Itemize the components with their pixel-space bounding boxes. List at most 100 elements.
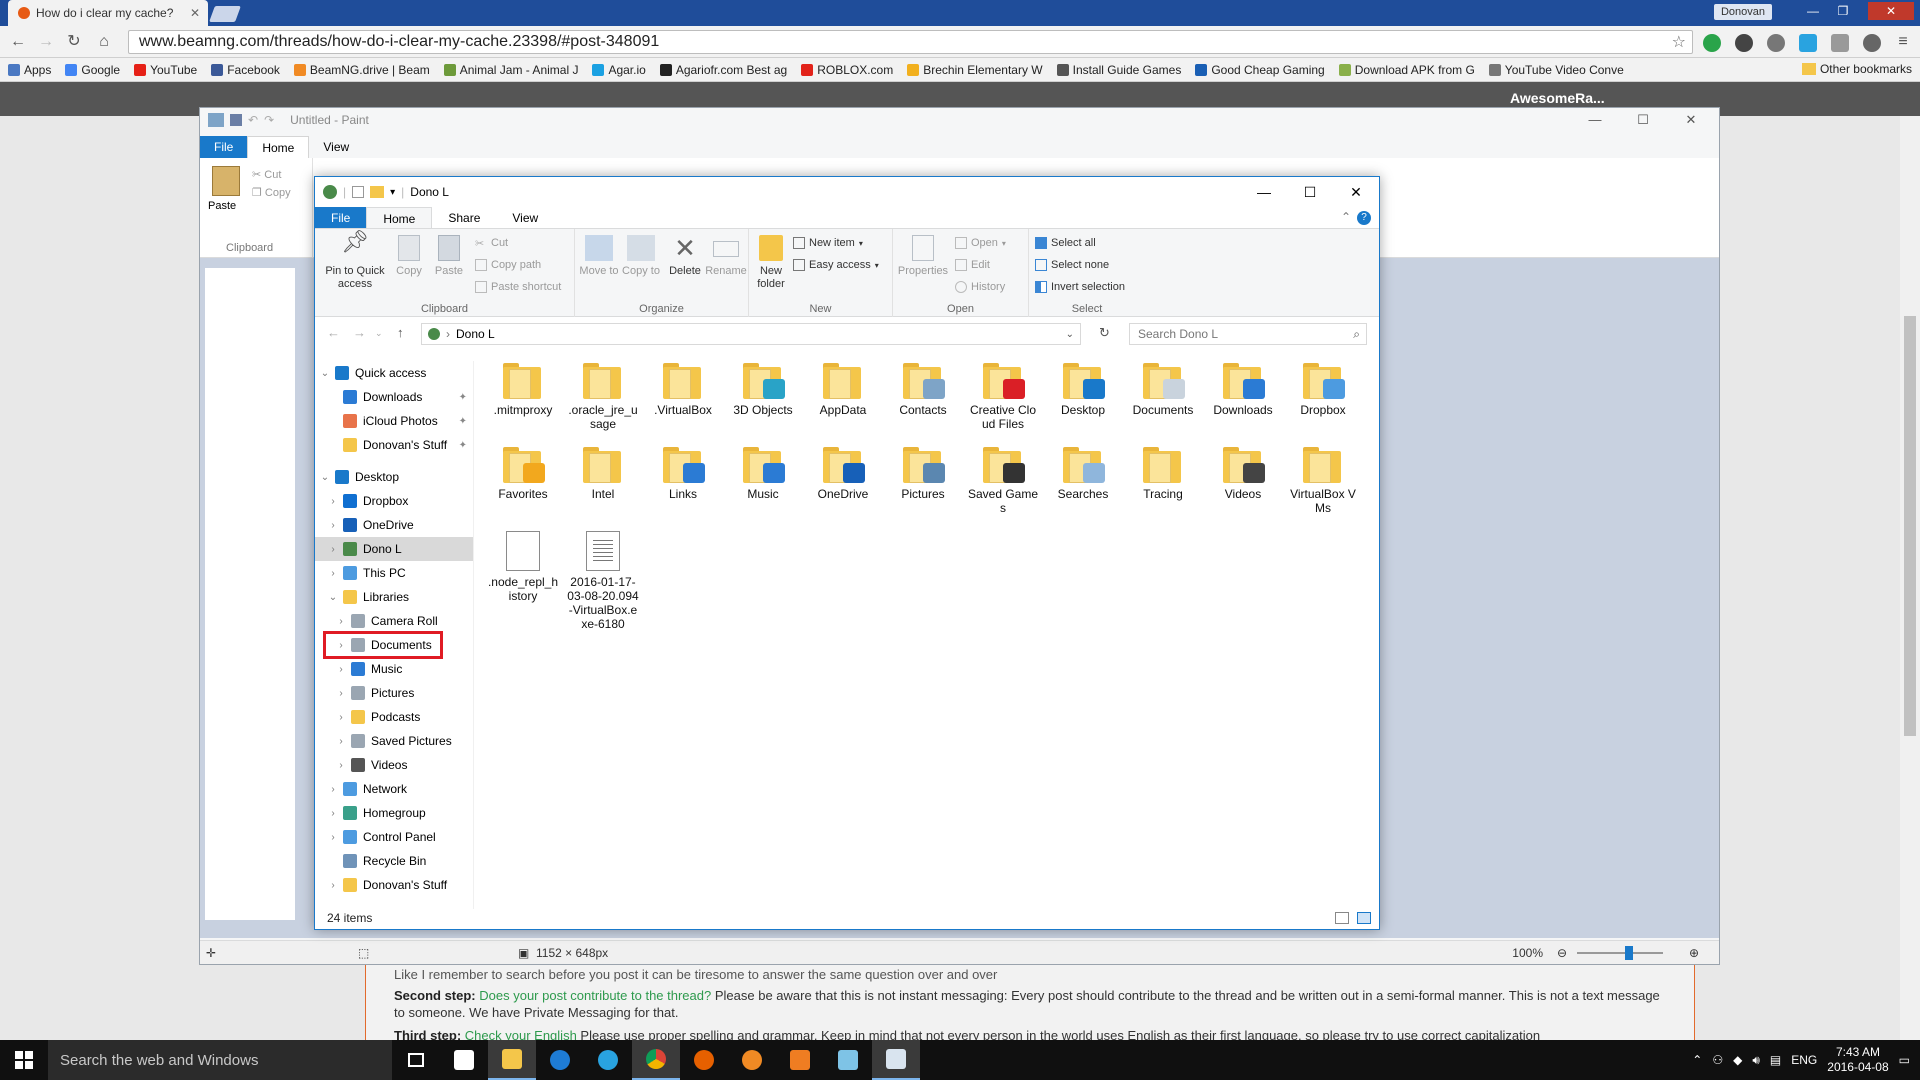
- nav-item[interactable]: ⌄ Libraries: [315, 585, 473, 609]
- file-item[interactable]: Creative Cloud Files: [963, 361, 1043, 445]
- file-explorer-taskbar-button[interactable]: [488, 1040, 536, 1080]
- explorer-tab-file[interactable]: File: [315, 207, 367, 228]
- nav-item[interactable]: › OneDrive: [315, 513, 473, 537]
- explorer-tab-view[interactable]: View: [496, 207, 554, 228]
- easy-access-button[interactable]: Easy access ▾: [793, 259, 879, 271]
- app-taskbar-button[interactable]: [824, 1040, 872, 1080]
- expand-chevron-icon[interactable]: ›: [327, 832, 339, 843]
- explorer-tab-share[interactable]: Share: [432, 207, 496, 228]
- reload-icon[interactable]: ↻: [64, 32, 84, 52]
- second-step-link[interactable]: Does your post contribute to the thread?: [479, 988, 711, 1003]
- select-all-button[interactable]: Select all: [1035, 237, 1096, 249]
- bookmark-item[interactable]: BeamNG.drive | Beam: [293, 63, 430, 77]
- paint-tab-view[interactable]: View: [309, 136, 363, 158]
- select-none-button[interactable]: Select none: [1035, 259, 1109, 271]
- cloud-extension-icon[interactable]: [1799, 34, 1817, 52]
- clock[interactable]: 7:43 AM 2016-04-08: [1827, 1045, 1888, 1075]
- properties-button[interactable]: Properties: [895, 235, 951, 278]
- forward-icon[interactable]: →: [36, 32, 56, 52]
- bookmark-item[interactable]: Facebook: [211, 63, 280, 77]
- redo-icon[interactable]: ↷: [264, 113, 274, 127]
- expand-chevron-icon[interactable]: ›: [335, 664, 347, 675]
- action-center-icon[interactable]: ▤: [1770, 1053, 1781, 1067]
- chrome-menu-icon[interactable]: ≡: [1893, 32, 1913, 52]
- bookmark-item[interactable]: Good Cheap Gaming: [1195, 63, 1325, 77]
- file-item[interactable]: Links: [643, 445, 723, 529]
- language-indicator[interactable]: ENG: [1791, 1053, 1817, 1067]
- file-item[interactable]: .node_repl_history: [483, 529, 563, 639]
- edge-taskbar-button[interactable]: [536, 1040, 584, 1080]
- task-view-button[interactable]: [392, 1040, 440, 1080]
- paste-shortcut-button[interactable]: Paste shortcut: [475, 281, 561, 293]
- expand-chevron-icon[interactable]: ›: [327, 520, 339, 531]
- ie-taskbar-button[interactable]: [584, 1040, 632, 1080]
- paint-tab-home[interactable]: Home: [247, 136, 310, 158]
- expand-chevron-icon[interactable]: ›: [335, 712, 347, 723]
- nav-item[interactable]: › Documents: [323, 631, 443, 659]
- extension-icon[interactable]: [1767, 34, 1785, 52]
- up-directory-icon[interactable]: ↑: [397, 325, 404, 340]
- bookmark-item[interactable]: Animal Jam - Animal J: [443, 63, 578, 77]
- paint-maximize-icon[interactable]: ☐: [1623, 112, 1663, 128]
- network-icon[interactable]: ⚇: [1712, 1053, 1723, 1067]
- paint-cut[interactable]: ✂ Cut: [252, 168, 281, 181]
- expand-chevron-icon[interactable]: ›: [327, 496, 339, 507]
- show-hidden-icons-icon[interactable]: ⌃: [1692, 1053, 1702, 1067]
- taskbar-search-box[interactable]: Search the web and Windows: [48, 1040, 392, 1080]
- other-bookmarks[interactable]: Other bookmarks: [1801, 62, 1912, 76]
- paint-copy[interactable]: ❐ Copy: [252, 186, 291, 199]
- new-folder-qat-icon[interactable]: [370, 186, 385, 198]
- expand-chevron-icon[interactable]: ›: [327, 784, 339, 795]
- nav-item[interactable]: iCloud Photos ✦: [315, 409, 473, 433]
- paste-icon[interactable]: [212, 166, 240, 196]
- file-item[interactable]: .oracle_jre_usage: [563, 361, 643, 445]
- bookmark-item[interactable]: ROBLOX.com: [801, 63, 893, 77]
- start-button[interactable]: [0, 1040, 48, 1080]
- file-item[interactable]: Videos: [1203, 445, 1283, 529]
- explorer-tab-home[interactable]: Home: [366, 207, 433, 228]
- bookmark-item[interactable]: Brechin Elementary W: [907, 63, 1043, 77]
- expand-chevron-icon[interactable]: ›: [335, 760, 347, 771]
- grammarly-icon[interactable]: [1703, 34, 1721, 52]
- close-icon[interactable]: ✕: [1868, 2, 1914, 20]
- nav-item[interactable]: › Dropbox: [315, 489, 473, 513]
- nav-item[interactable]: › Saved Pictures: [315, 729, 473, 753]
- paint-close-icon[interactable]: ✕: [1671, 112, 1711, 128]
- paste-button[interactable]: Paste: [431, 235, 467, 278]
- history-button[interactable]: History: [955, 281, 1005, 293]
- bookmark-star-icon[interactable]: ☆: [1672, 32, 1686, 52]
- cut-button[interactable]: ✂ Cut: [475, 237, 508, 250]
- expand-chevron-icon[interactable]: ›: [335, 640, 347, 651]
- nav-item[interactable]: › This PC: [315, 561, 473, 585]
- explorer-maximize-icon[interactable]: ☐: [1287, 177, 1333, 207]
- new-item-button[interactable]: New item ▾: [793, 237, 863, 249]
- explorer-address-bar[interactable]: › Dono L ⌄: [421, 323, 1081, 345]
- restore-icon[interactable]: ❐: [1830, 2, 1856, 20]
- volume-icon[interactable]: 🔊︎: [1752, 1053, 1760, 1068]
- notifications-icon[interactable]: ▭: [1899, 1053, 1910, 1067]
- nav-item[interactable]: › Donovan's Stuff: [315, 873, 473, 897]
- collapse-ribbon-icon[interactable]: ⌃: [1341, 210, 1351, 224]
- new-folder-button[interactable]: New folder: [751, 235, 791, 291]
- expand-chevron-icon[interactable]: ›: [327, 808, 339, 819]
- expand-chevron-icon[interactable]: ⌄: [319, 368, 331, 379]
- copy-button[interactable]: Copy: [391, 235, 427, 278]
- details-view-icon[interactable]: [1335, 912, 1349, 924]
- zoom-slider[interactable]: [1577, 952, 1663, 954]
- expand-chevron-icon[interactable]: ›: [327, 880, 339, 891]
- zoom-out-icon[interactable]: ⊖: [1557, 946, 1567, 960]
- bookmark-item[interactable]: Download APK from G: [1338, 63, 1475, 77]
- recent-locations-icon[interactable]: ⌄: [375, 328, 383, 339]
- profile-badge[interactable]: Donovan: [1714, 4, 1772, 20]
- nav-item[interactable]: Donovan's Stuff ✦: [315, 433, 473, 457]
- properties-qat-icon[interactable]: [352, 186, 365, 198]
- bookmark-item[interactable]: Agariofr.com Best ag: [659, 63, 787, 77]
- nav-item[interactable]: › Control Panel: [315, 825, 473, 849]
- bookmark-item[interactable]: Install Guide Games: [1056, 63, 1181, 77]
- open-button[interactable]: Open ▾: [955, 237, 1006, 249]
- file-item[interactable]: Desktop: [1043, 361, 1123, 445]
- undo-icon[interactable]: ↶: [248, 113, 258, 127]
- expand-chevron-icon[interactable]: ⌄: [319, 472, 331, 483]
- address-bar[interactable]: www.beamng.com/threads/how-do-i-clear-my…: [128, 30, 1693, 54]
- explorer-close-icon[interactable]: ✕: [1333, 177, 1379, 207]
